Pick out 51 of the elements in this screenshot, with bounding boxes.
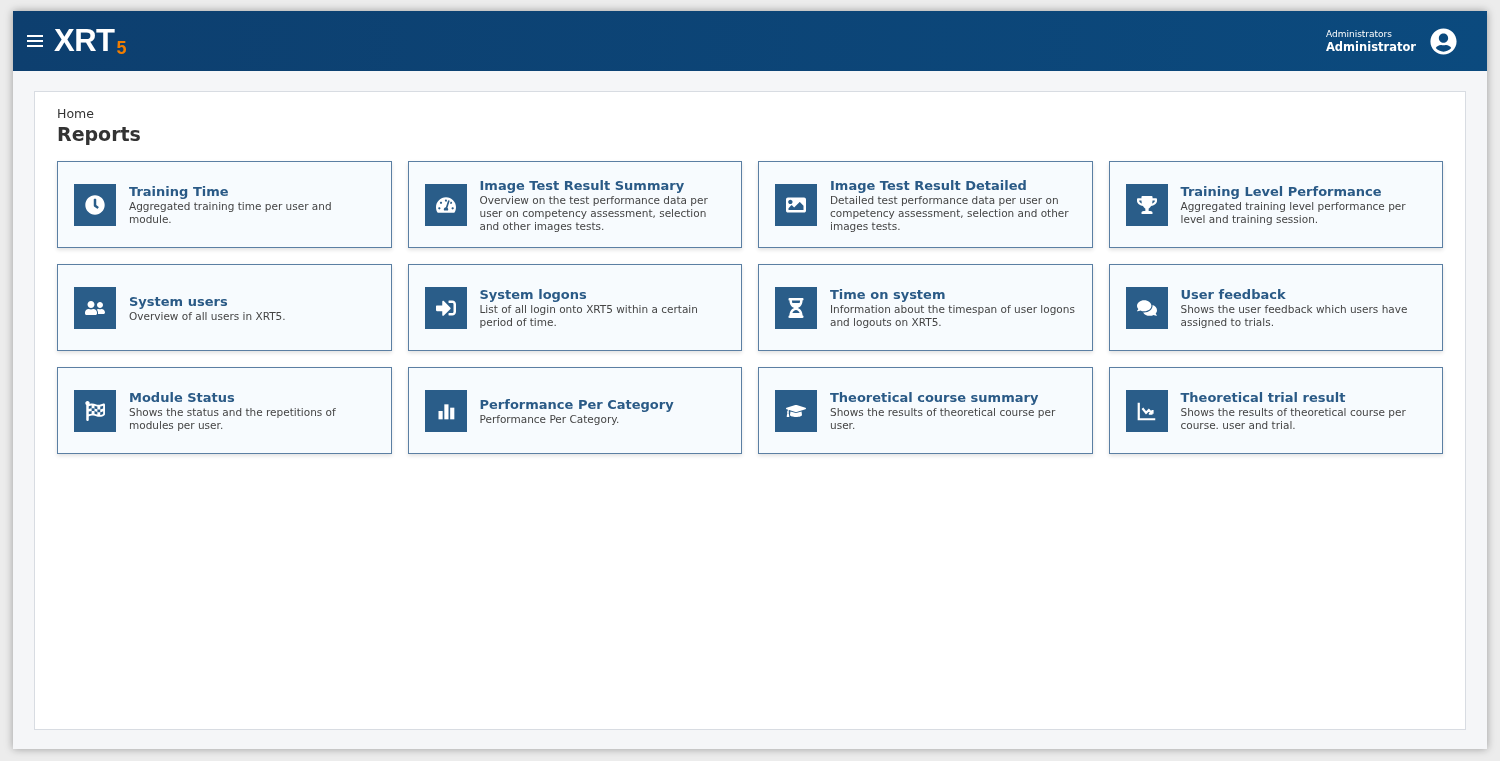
report-title: Time on system bbox=[830, 286, 947, 303]
report-description: Shows the status and the repetitions of modules per user. bbox=[129, 406, 337, 432]
report-title: Image Test Result Summary bbox=[479, 176, 686, 194]
report-title: Performance Per Category bbox=[479, 395, 674, 413]
report-description: Overview on the test performance data per user on competency assessment, selection and other images tests. bbox=[479, 193, 709, 233]
report-card[interactable]: Training Time Aggregated training time per user and module. bbox=[57, 161, 392, 248]
user-name: Administrator bbox=[1325, 39, 1416, 54]
report-description: Aggregated training level performance per level and training session. bbox=[1180, 200, 1407, 226]
report-title: Image Test Result Detailed bbox=[830, 176, 1028, 194]
logo-version: 5 bbox=[116, 39, 127, 57]
report-description: Aggregated training time per user and module. bbox=[129, 200, 333, 226]
report-card[interactable]: Theoretical course summary Shows the results of theoretical course per user. bbox=[758, 367, 1093, 454]
report-description: Shows the results of theoretical course per course. user and trial. bbox=[1180, 406, 1407, 432]
report-card[interactable]: Image Test Result Detailed Detailed test performance data per user on competency assessment, selection and other images tests. bbox=[758, 161, 1093, 248]
user-group: Administrators bbox=[1325, 28, 1416, 40]
report-card[interactable]: System users Overview of all users in XRT5. bbox=[57, 264, 392, 351]
hourglass-icon bbox=[786, 297, 806, 318]
chat-bubbles-icon bbox=[1136, 297, 1157, 318]
report-card[interactable]: System logons List of all login onto XRT5 within a certain period of time. bbox=[407, 264, 742, 351]
report-card[interactable]: Performance Per Category Performance Per Category. bbox=[407, 367, 742, 454]
report-card[interactable]: Module Status Shows the status and the repetitions of modules per user. bbox=[57, 367, 392, 454]
report-description: Shows the user feedback which users have assigned to trials. bbox=[1180, 303, 1409, 329]
report-title: Module Status bbox=[129, 389, 236, 406]
logo-text: XRT bbox=[54, 25, 115, 57]
clock-icon bbox=[85, 194, 105, 215]
report-title: System users bbox=[129, 292, 229, 310]
report-description: Detailed test performance data per user on competency assessment, selection and other images tests. bbox=[830, 193, 1070, 233]
report-description: Information about the timespan of user logons and logouts on XRT5. bbox=[830, 303, 1076, 329]
logo[interactable]: XRT5 bbox=[54, 25, 127, 57]
report-card[interactable]: Theoretical trial result Shows the results of theoretical course per course. user and trial. bbox=[1108, 367, 1443, 454]
report-description: List of all login onto XRT5 within a certain period of time. bbox=[479, 303, 699, 329]
report-title: Training Level Performance bbox=[1180, 183, 1383, 200]
report-description: Shows the results of theoretical course per user. bbox=[830, 406, 1057, 432]
checkered-flag-icon bbox=[85, 400, 105, 421]
report-description: Overview of all users in XRT5. bbox=[129, 309, 286, 323]
report-title: System logons bbox=[479, 286, 588, 303]
report-title: User feedback bbox=[1180, 286, 1287, 303]
report-card[interactable]: Image Test Result Summary Overview on the test performance data per user on competency assessment, selection and other images tests. bbox=[407, 161, 742, 248]
report-description: Performance Per Category. bbox=[479, 412, 621, 426]
breadcrumb-link[interactable]: Home bbox=[57, 106, 1443, 122]
gauge-icon bbox=[435, 194, 456, 215]
report-card[interactable]: Training Level Performance Aggregated training level performance per level and training session. bbox=[1108, 161, 1443, 248]
user-avatar-icon[interactable] bbox=[1430, 27, 1457, 55]
menu-icon[interactable] bbox=[27, 34, 43, 48]
trophy-icon bbox=[1136, 194, 1157, 215]
report-card[interactable]: Time on system Information about the timespan of user logons and logouts on XRT5. bbox=[758, 264, 1093, 351]
report-title: Training Time bbox=[129, 183, 230, 200]
report-title: Theoretical course summary bbox=[830, 389, 1040, 406]
report-title: Theoretical trial result bbox=[1180, 389, 1347, 406]
page-title: Reports bbox=[57, 122, 142, 146]
report-card[interactable]: User feedback Shows the user feedback which users have assigned to trials. bbox=[1108, 264, 1443, 351]
